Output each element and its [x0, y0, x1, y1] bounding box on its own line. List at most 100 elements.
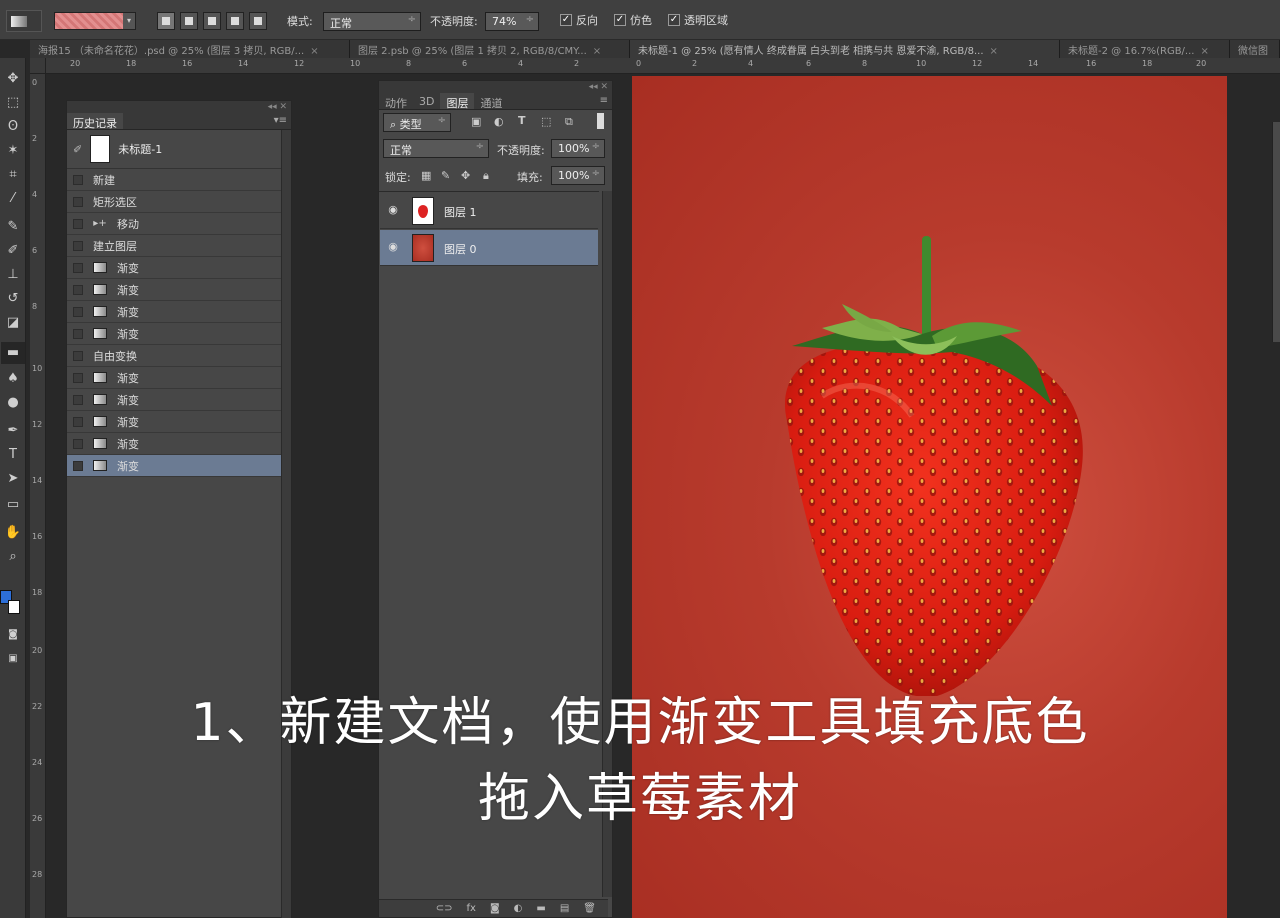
type-filter-icon[interactable]: T — [518, 114, 526, 127]
history-checkbox[interactable] — [73, 306, 83, 317]
tab-3d[interactable]: 3D — [413, 93, 440, 109]
crop-tool-icon[interactable]: ⌗ — [1, 164, 25, 186]
linear-gradient-button[interactable] — [157, 12, 175, 30]
background-color-swatch[interactable] — [8, 600, 20, 614]
history-checkbox[interactable] — [73, 240, 83, 251]
path-selection-icon[interactable]: ➤ — [1, 468, 25, 490]
radial-gradient-button[interactable] — [180, 12, 198, 30]
history-item-selected[interactable]: 渐变 — [67, 455, 281, 477]
history-item[interactable]: 渐变 — [67, 323, 281, 345]
healing-brush-icon[interactable]: ✎ — [1, 216, 25, 238]
history-checkbox[interactable] — [73, 218, 83, 229]
add-mask-icon[interactable]: ◙ — [490, 903, 500, 914]
history-checkbox[interactable] — [73, 350, 83, 361]
fill-input[interactable]: 100% — [551, 166, 605, 185]
history-item[interactable]: 矩形选区 — [67, 191, 710, 219]
document-tab[interactable]: 未标题-2 @ 16.7%(RGB/... × — [1060, 40, 1230, 58]
close-icon[interactable]: × — [990, 46, 998, 57]
link-layers-icon[interactable]: ⊂⊃ — [436, 903, 453, 914]
lock-pixels-icon[interactable]: ✎ — [441, 169, 450, 182]
opacity-input[interactable]: 74% — [485, 12, 539, 31]
new-group-icon[interactable]: ▬ — [536, 903, 545, 914]
quick-mask-icon[interactable]: ◙ — [1, 624, 25, 646]
history-checkbox[interactable] — [73, 460, 83, 471]
eraser-tool-icon[interactable]: ◪ — [1, 312, 25, 334]
adjustment-filter-icon[interactable]: ◐ — [494, 115, 504, 128]
history-item[interactable]: 自由变换 — [67, 206, 710, 367]
blend-mode-select[interactable]: 正常 — [383, 139, 489, 158]
lock-transparent-icon[interactable]: ▦ — [421, 169, 431, 182]
history-checkbox[interactable] — [73, 394, 83, 405]
gradient-tool-icon[interactable]: ▬ — [1, 342, 25, 364]
document-tab[interactable]: 海报15 （未命名花花）.psd @ 25% (图层 3 拷贝, RGB/...… — [30, 40, 350, 58]
brush-tool-icon[interactable]: ✐ — [1, 240, 25, 262]
history-snapshot[interactable]: ✐ 未标题-1 — [67, 130, 281, 169]
history-checkbox[interactable] — [73, 284, 83, 295]
close-icon[interactable]: × — [310, 46, 318, 57]
hand-tool-icon[interactable]: ✋ — [1, 522, 25, 544]
lasso-tool-icon[interactable]: ʘ — [1, 116, 25, 138]
eye-icon[interactable]: ◉ — [386, 203, 400, 217]
type-tool-icon[interactable]: T — [1, 444, 25, 466]
angle-gradient-button[interactable] — [203, 12, 221, 30]
collapsed-panel-strip[interactable] — [1272, 122, 1280, 342]
history-checkbox[interactable] — [73, 372, 83, 383]
diamond-gradient-button[interactable] — [249, 12, 267, 30]
lock-all-icon[interactable]: 🔒︎ — [483, 169, 489, 183]
lock-position-icon[interactable]: ✥ — [461, 169, 470, 182]
tab-history[interactable]: 历史记录 — [67, 113, 123, 130]
blur-tool-icon[interactable]: ♠ — [1, 368, 25, 390]
layer-name[interactable]: 图层 1 — [444, 204, 477, 220]
history-item[interactable]: 渐变 — [67, 411, 281, 433]
new-layer-icon[interactable]: ▤ — [560, 903, 569, 914]
history-checkbox[interactable] — [73, 416, 83, 427]
pen-tool-icon[interactable]: ✒ — [1, 420, 25, 442]
mode-select[interactable]: 正常 — [323, 12, 421, 31]
history-item[interactable]: 渐变 — [67, 433, 281, 455]
close-icon[interactable]: × — [593, 46, 601, 57]
magic-wand-icon[interactable]: ✶ — [1, 140, 25, 162]
layer-opacity-input[interactable]: 100% — [551, 139, 605, 158]
adjustment-layer-icon[interactable]: ◐ — [514, 903, 523, 914]
history-item[interactable]: 渐变 — [67, 279, 281, 301]
panel-collapse-bar[interactable]: ◂◂ ✕ — [379, 81, 612, 93]
document-tab-active[interactable]: 未标题-1 @ 25% (愿有情人 终成眷属 白头到老 相携与共 恩爱不渝, R… — [630, 40, 1060, 58]
gradient-picker[interactable]: ▾ — [54, 12, 136, 30]
document-tab[interactable]: 微信图 — [1230, 40, 1280, 58]
layer-filter-select[interactable]: ⌕ 类型 — [383, 113, 451, 132]
close-icon[interactable]: × — [1200, 46, 1208, 57]
transparency-checkbox[interactable]: ✓ 透明区域 — [668, 12, 728, 28]
history-brush-icon[interactable]: ↺ — [1, 288, 25, 310]
history-item[interactable]: 渐变 — [67, 389, 281, 411]
history-checkbox[interactable] — [73, 438, 83, 449]
panel-menu-icon[interactable]: ▾≡ — [274, 115, 287, 126]
dither-checkbox[interactable]: ✓ 仿色 — [614, 12, 652, 28]
history-checkbox[interactable] — [73, 262, 83, 273]
chevron-down-icon[interactable]: ▾ — [123, 13, 135, 29]
tool-preset-picker[interactable] — [6, 10, 42, 32]
rectangle-tool-icon[interactable]: ▭ — [1, 494, 25, 516]
history-checkbox[interactable] — [73, 196, 83, 207]
document-tab[interactable]: 图层 2.psb @ 25% (图层 1 拷贝 2, RGB/8/CMY... × — [350, 40, 630, 58]
move-tool-icon[interactable]: ✥ — [1, 68, 25, 90]
zoom-tool-icon[interactable]: ⌕ — [1, 546, 25, 568]
reflected-gradient-button[interactable] — [226, 12, 244, 30]
layer-row[interactable]: ◉ 图层 1 — [380, 193, 598, 229]
history-item[interactable]: ▸+ 移动 — [67, 213, 281, 235]
pixel-filter-icon[interactable]: ▣ — [471, 115, 481, 128]
history-item[interactable]: 建立图层 — [67, 206, 710, 257]
panel-menu-icon[interactable]: ≡ — [600, 95, 608, 106]
history-checkbox[interactable] — [73, 174, 83, 185]
history-checkbox[interactable] — [73, 328, 83, 339]
history-brush-source-icon[interactable]: ✐ — [73, 143, 82, 156]
filter-toggle[interactable] — [597, 113, 604, 129]
panel-collapse-bar[interactable]: ◂◂ ✕ — [67, 101, 291, 113]
reverse-checkbox[interactable]: ✓ 反向 — [560, 12, 598, 28]
shape-filter-icon[interactable]: ⬚ — [541, 115, 551, 128]
history-item[interactable]: 渐变 — [67, 257, 281, 279]
history-item[interactable]: 渐变 — [67, 301, 281, 323]
tab-layers[interactable]: 图层 — [440, 93, 475, 110]
tab-actions[interactable]: 动作 — [379, 93, 413, 110]
dodge-tool-icon[interactable]: ● — [1, 392, 25, 414]
smart-object-filter-icon[interactable]: ⧉ — [565, 115, 573, 129]
